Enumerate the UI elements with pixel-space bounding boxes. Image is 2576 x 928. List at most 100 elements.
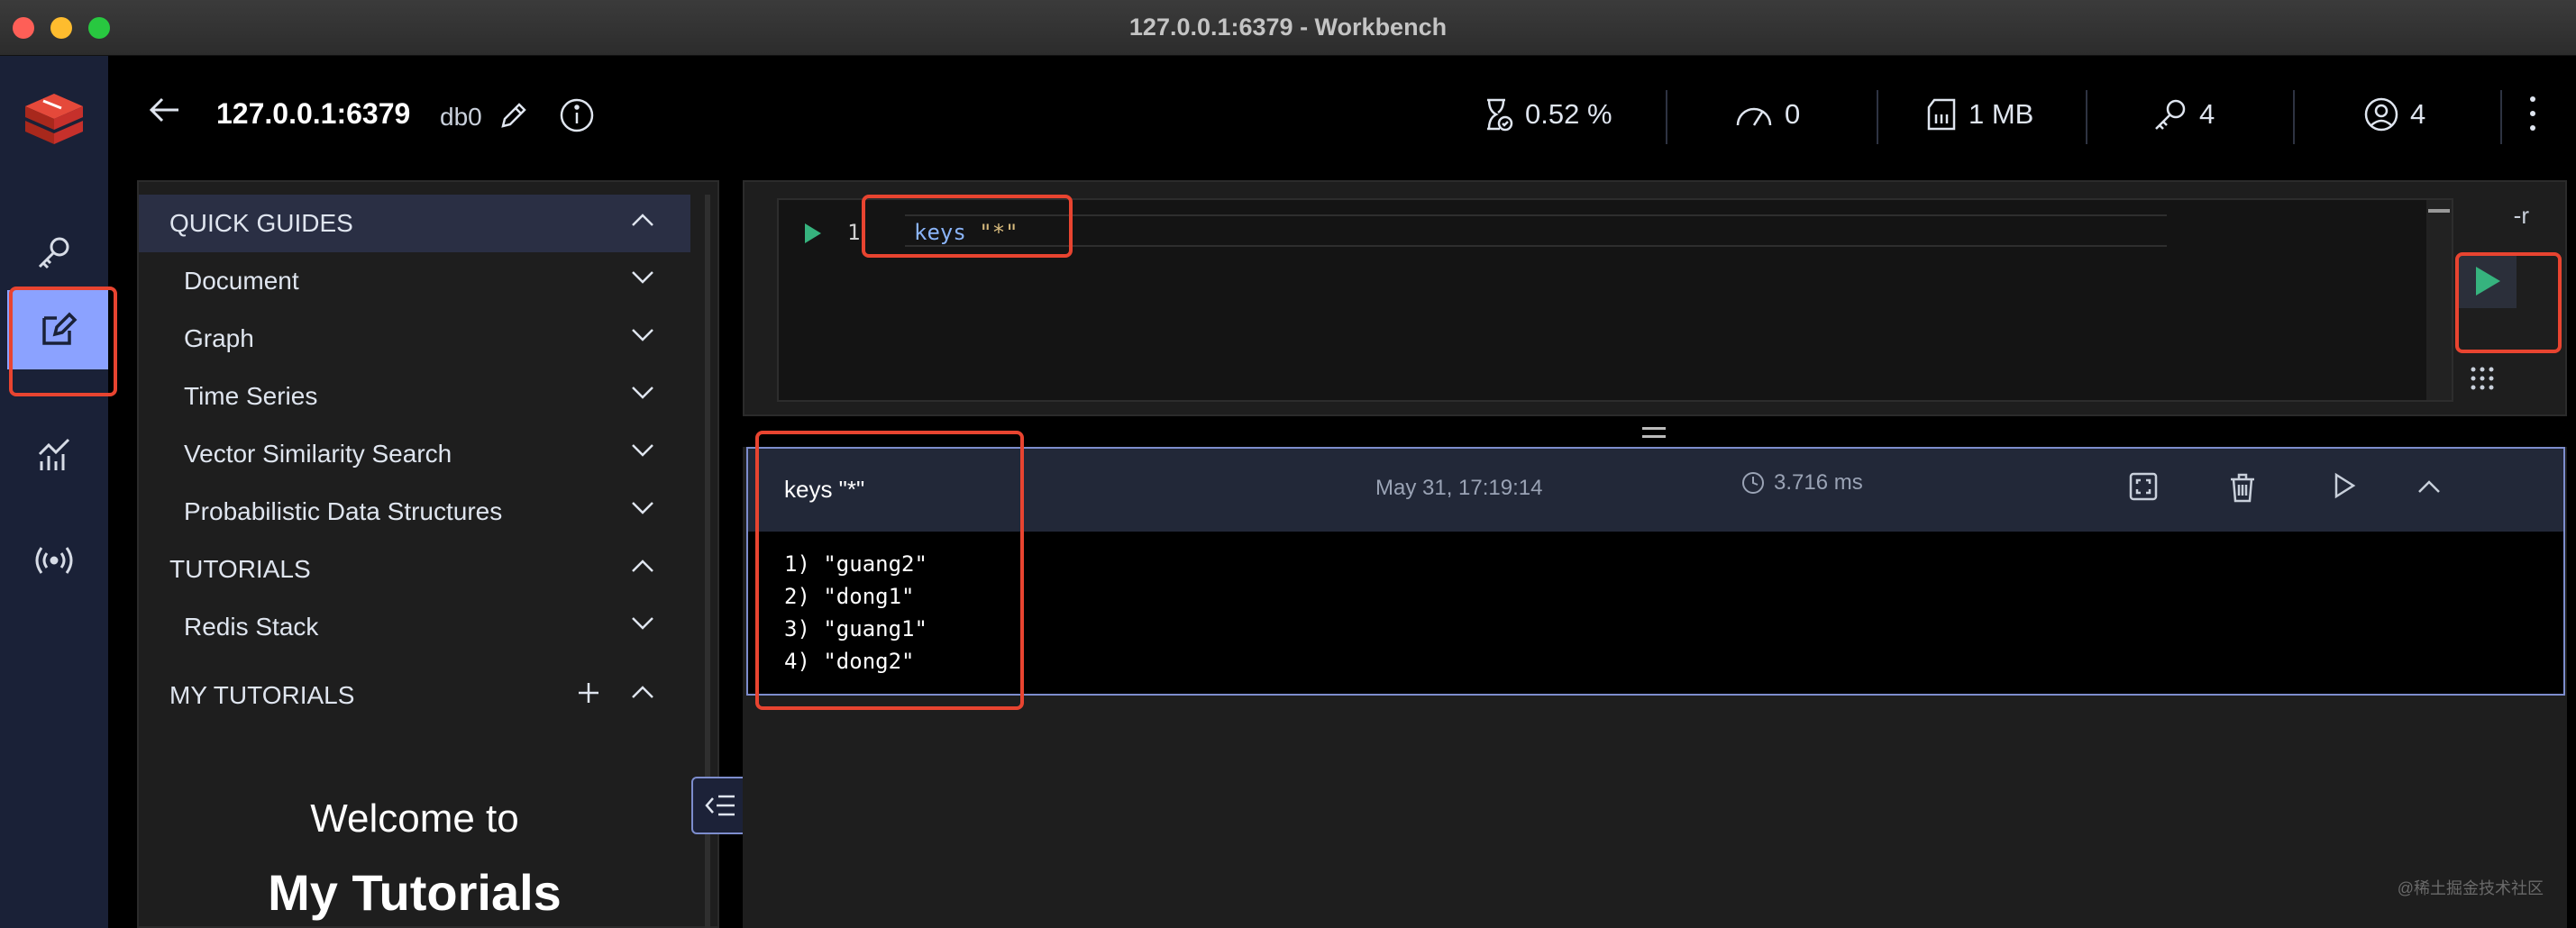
section-title: QUICK GUIDES [169,209,353,237]
guide-item-probabilistic-data-structures[interactable]: Probabilistic Data Structures [139,483,690,541]
run-line-icon[interactable] [802,222,824,245]
tutorial-label: Redis Stack [184,613,319,641]
tutorial-item-redis-stack[interactable]: Redis Stack [139,598,690,656]
chevron-down-icon [632,617,653,630]
fullscreen-icon[interactable] [2129,472,2158,501]
panel-resize-handle[interactable] [1642,427,1666,438]
dots-grid-icon[interactable] [2470,366,2495,391]
play-icon [2476,267,2500,296]
pencil-icon[interactable] [499,101,528,130]
app-header: 127.0.0.1:6379 db0 0.52 % 0 1 MB 4 4 [108,56,2576,180]
stat-ops: 0 [1734,92,1800,137]
plus-icon[interactable] [577,681,600,705]
chevron-down-icon [632,444,653,457]
nav-workbench-button[interactable] [7,290,108,369]
collapse-guides-button[interactable] [691,777,749,834]
guide-label: Graph [184,324,254,352]
nav-analytics-button[interactable] [14,414,94,494]
line-number: 1 [847,220,861,245]
chevron-up-icon [632,560,653,572]
code-keyword: keys [914,220,966,245]
chevron-up-icon [632,214,653,226]
guide-item-document[interactable]: Document [139,252,690,310]
stat-divider [2086,90,2087,144]
section-title: MY TUTORIALS [169,681,355,709]
clock-icon [1742,472,1764,494]
stat-keys-value: 4 [2199,98,2215,130]
result-duration: 3.716 ms [1741,470,1863,496]
watermark: @稀土掘金技术社区 [2397,879,2544,897]
stat-divider [2500,90,2502,144]
code-argument: "*" [965,220,1019,245]
chevron-down-icon [632,271,653,284]
rerun-icon[interactable] [2333,472,2356,499]
broadcast-icon [35,547,73,574]
result-output: 1) "guang2" 2) "dong1" 3) "guang1" 4) "d… [784,548,927,678]
query-editor-panel: 1 keys "*" -r [743,180,2567,416]
result-header[interactable]: keys "*" May 31, 17:19:14 3.716 ms [748,449,2563,532]
delete-icon[interactable] [2228,472,2257,503]
window-title: 127.0.0.1:6379 - Workbench [1128,14,1448,41]
stat-cpu-value: 0.52 % [1525,98,1612,130]
edit-document-icon [42,312,78,345]
result-card: keys "*" May 31, 17:19:14 3.716 ms 1) "g… [746,447,2565,696]
welcome-line-1: Welcome to [310,796,519,841]
connection-host: 127.0.0.1:6379 [216,97,411,130]
nav-rail [0,56,108,928]
guide-label: Vector Similarity Search [184,440,452,468]
stat-memory: 1 MB [1925,92,2033,137]
query-editor[interactable]: 1 keys "*" [777,198,2453,402]
guide-label: Time Series [184,382,318,410]
guide-item-time-series[interactable]: Time Series [139,368,690,425]
chevron-up-icon[interactable] [2417,479,2441,494]
result-line: 2) "dong1" [784,584,915,609]
back-arrow-icon[interactable] [148,96,180,124]
stat-cpu: 0.52 % [1482,92,1612,137]
key-icon [38,237,69,269]
guide-label: Probabilistic Data Structures [184,497,503,525]
guides-panel: QUICK GUIDES Document Graph Time Series … [137,180,719,928]
redis-logo-icon[interactable] [18,81,90,153]
chevron-down-icon [632,502,653,514]
stat-clients: 4 [2363,92,2425,137]
guide-item-graph[interactable]: Graph [139,310,690,368]
result-command: keys "*" [784,476,865,503]
window-titlebar: 127.0.0.1:6379 - Workbench [0,0,2576,56]
more-vertical-icon[interactable] [2527,94,2538,133]
guide-item-vector-similarity-search[interactable]: Vector Similarity Search [139,425,690,483]
stat-divider [1877,90,1878,144]
chevron-down-icon [632,329,653,341]
stat-memory-value: 1 MB [1969,98,2034,130]
result-date: May 31, 17:19:14 [1375,476,1543,500]
current-line-highlight [905,214,2167,247]
run-command-button[interactable] [2459,254,2517,308]
key-icon [2155,99,2186,130]
stat-keys: 4 [2152,92,2215,137]
section-quick-guides[interactable]: QUICK GUIDES [139,195,690,252]
section-title: TUTORIALS [169,555,311,583]
stat-clients-value: 4 [2410,98,2426,130]
stat-ops-value: 0 [1785,98,1801,130]
info-icon[interactable] [559,97,595,133]
editor-code[interactable]: keys "*" [914,220,1019,245]
stat-divider [2293,90,2295,144]
chart-icon [38,438,70,470]
chevron-up-icon [632,686,653,698]
collapse-left-icon [705,795,735,816]
memory-card-icon [1927,98,1956,131]
section-my-tutorials[interactable]: MY TUTORIALS [139,667,690,724]
result-line: 4) "dong2" [784,649,915,674]
section-tutorials[interactable]: TUTORIALS [139,541,690,598]
editor-scrollbar[interactable] [2426,200,2452,400]
result-duration-value: 3.716 ms [1774,470,1863,495]
user-circle-icon [2364,97,2398,132]
stat-divider [1666,90,1667,144]
result-line: 3) "guang1" [784,616,927,641]
guide-label: Document [184,267,299,295]
database-index: db0 [440,103,482,131]
nav-browser-button[interactable] [14,213,94,292]
nav-pubsub-button[interactable] [14,521,94,600]
raw-mode-toggle[interactable]: -r [2514,202,2529,230]
welcome-line-2: My Tutorials [268,864,562,921]
results-area: keys "*" May 31, 17:19:14 3.716 ms 1) "g… [743,447,2567,928]
